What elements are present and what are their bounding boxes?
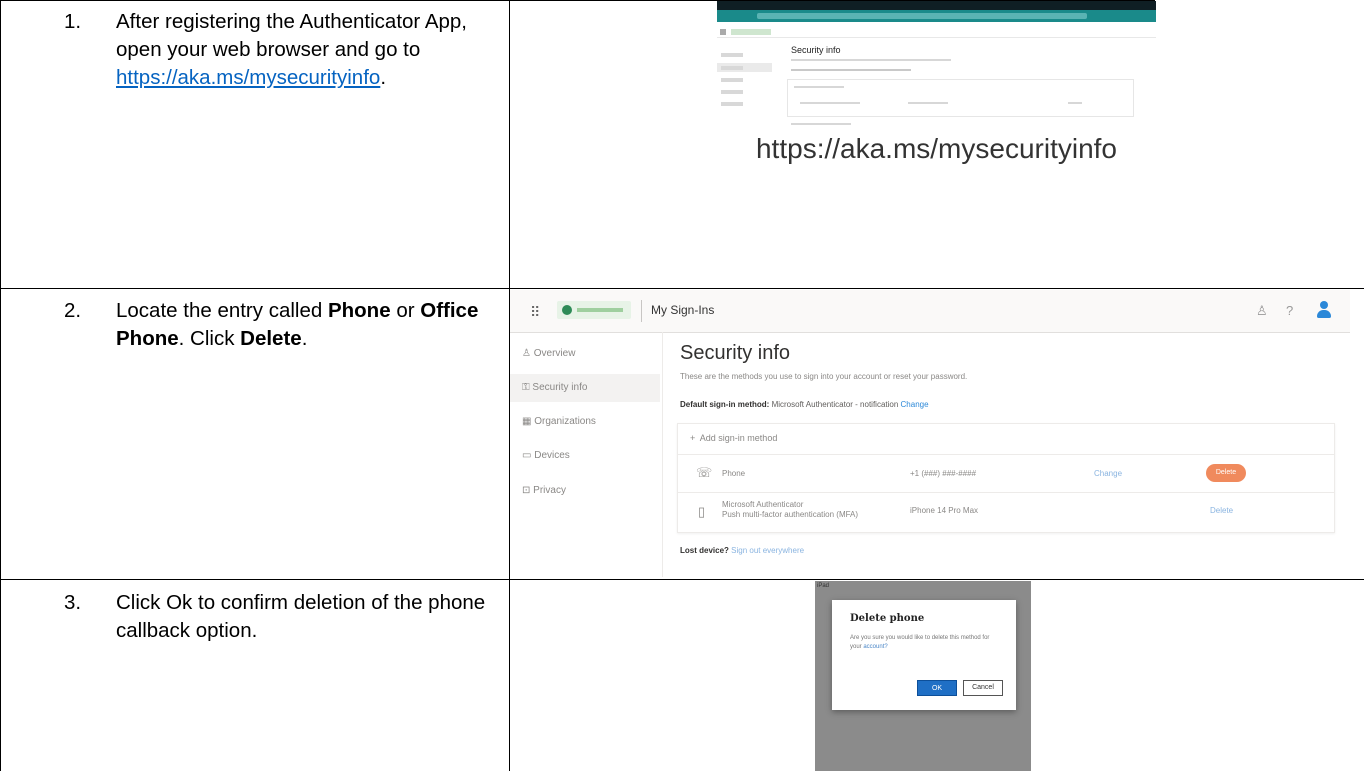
screenshot-delete-dialog: iPad Delete phone Are you sure you would… [815, 581, 1031, 771]
sign-out-everywhere-link[interactable]: Sign out everywhere [731, 546, 804, 555]
method-detail: +1 (###) ###-#### [910, 469, 977, 478]
nav-item-overview[interactable]: ♙ Overview [522, 348, 575, 359]
step-text-part: Locate the entry called [116, 299, 328, 322]
add-method-label: Add sign-in method [699, 433, 778, 443]
nav-divider [662, 332, 663, 577]
delete-phone-dialog: Delete phone Are you sure you would like… [832, 600, 1016, 710]
screenshot-security-info: ⠿ My Sign-Ins ♙ ? ♙ Overview ⚿ Security … [510, 290, 1350, 577]
delete-phone-button[interactable]: Delete [1206, 464, 1246, 482]
method-name: Phone [722, 469, 746, 478]
mini-text-line [794, 86, 844, 88]
step-text: Click Ok to confirm deletion of the phon… [116, 591, 486, 642]
mini-text-line [791, 123, 851, 125]
mini-nav-item [721, 102, 743, 106]
dialog-title: Delete phone [850, 613, 925, 624]
step-number: 1. [64, 10, 82, 33]
change-phone-link[interactable]: Change [1094, 469, 1122, 478]
change-default-link[interactable]: Change [901, 400, 929, 409]
default-method: Default sign-in method: Microsoft Authen… [680, 400, 929, 409]
default-method-label: Default sign-in method: [680, 400, 770, 409]
mini-page-title: Security info [791, 45, 841, 55]
authenticator-icon: ▯ [698, 504, 706, 519]
mini-text-line [908, 102, 948, 104]
step-bold-phone: Phone [327, 299, 391, 322]
step-text-part: . [301, 327, 308, 350]
ok-button[interactable]: OK [917, 680, 957, 696]
delete-authenticator-link[interactable]: Delete [1210, 506, 1233, 515]
mini-methods-card [787, 79, 1134, 117]
step-text: Locate the entry called Phone or Office … [116, 297, 506, 353]
row-divider [678, 454, 1334, 455]
dialog-message-link: account? [863, 644, 888, 650]
mini-text-line [791, 69, 911, 71]
mini-nav-item [721, 66, 743, 70]
mini-nav-item [721, 78, 743, 82]
key-icon: ⚿ [522, 382, 530, 393]
cancel-button[interactable]: Cancel [963, 680, 1003, 696]
phone-icon: ☏ [696, 465, 713, 480]
app-title: My Sign-Ins [651, 303, 715, 317]
step-text-part: or [390, 299, 421, 322]
default-method-value: Microsoft Authenticator - notification [771, 400, 899, 409]
nav-item-organizations[interactable]: ▦ Organizations [522, 416, 596, 427]
row-divider [678, 492, 1334, 493]
add-method-button[interactable]: + Add sign-in method [690, 433, 777, 443]
browser-titlebar [717, 1, 1156, 10]
header-divider [641, 300, 642, 322]
app-header: ⠿ My Sign-Ins ♙ ? [510, 290, 1350, 333]
dialog-message: Are you sure you would like to delete th… [850, 634, 1000, 652]
nav-label: Overview [533, 348, 576, 359]
step-number: 3. [64, 591, 82, 614]
mysecurityinfo-link[interactable]: https://aka.ms/mysecurityinfo [116, 66, 380, 89]
corner-label: iPad [817, 583, 830, 589]
org-icon[interactable]: ♙ [1256, 303, 1268, 319]
method-detail: iPhone 14 Pro Max [910, 506, 979, 515]
step-text-after: . [380, 66, 387, 89]
lost-device-label: Lost device? [680, 546, 729, 555]
method-subname: Push multi-factor authentication (MFA) [722, 510, 859, 519]
waffle-icon[interactable]: ⠿ [530, 304, 540, 321]
lock-icon: ⊡ [522, 485, 531, 496]
avatar-icon[interactable] [1316, 301, 1332, 319]
mini-text-line [791, 59, 951, 61]
lost-device: Lost device? Sign out everywhere [680, 546, 804, 555]
plus-icon: + [690, 433, 696, 443]
nav-label: Privacy [533, 485, 566, 496]
mini-nav-item [721, 53, 743, 57]
url-box [757, 13, 1087, 19]
mini-header [717, 27, 1156, 38]
browser-address-bar [717, 10, 1156, 22]
methods-card: + Add sign-in method ☏ Phone +1 (###) ##… [677, 423, 1335, 533]
step-text-before: After registering the Authenticator App,… [116, 10, 467, 61]
building-icon: ▦ [522, 416, 532, 427]
mini-text-line [1068, 102, 1082, 104]
nav-label: Security info [532, 382, 588, 393]
nav-label: Devices [534, 450, 570, 461]
screenshot-url-caption: https://aka.ms/mysecurityinfo [755, 133, 1117, 164]
nav-label: Organizations [534, 416, 596, 427]
person-icon: ♙ [522, 348, 531, 359]
nav-item-devices[interactable]: ▭ Devices [522, 450, 570, 461]
step-bold-delete: Delete [240, 327, 302, 350]
step-text: After registering the Authenticator App,… [116, 8, 506, 92]
brand-logo [557, 301, 631, 319]
page-description: These are the methods you use to sign in… [680, 372, 968, 381]
step-number: 2. [64, 299, 82, 322]
mini-text-line [800, 102, 860, 104]
brand-logo [731, 29, 771, 35]
help-icon[interactable]: ? [1286, 303, 1293, 318]
step-text-part: . Click [178, 327, 241, 350]
nav-item-privacy[interactable]: ⊡ Privacy [522, 485, 566, 496]
laptop-icon: ▭ [522, 450, 532, 461]
waffle-icon [720, 29, 726, 35]
screenshot-mysecurityinfo: Security info https://aka.ms/mysecurityi… [717, 1, 1156, 288]
mini-nav-item [721, 90, 743, 94]
page-title: Security info [680, 342, 791, 364]
nav-item-security-info[interactable]: ⚿ Security info [522, 382, 587, 393]
method-name: Microsoft Authenticator [722, 500, 804, 509]
